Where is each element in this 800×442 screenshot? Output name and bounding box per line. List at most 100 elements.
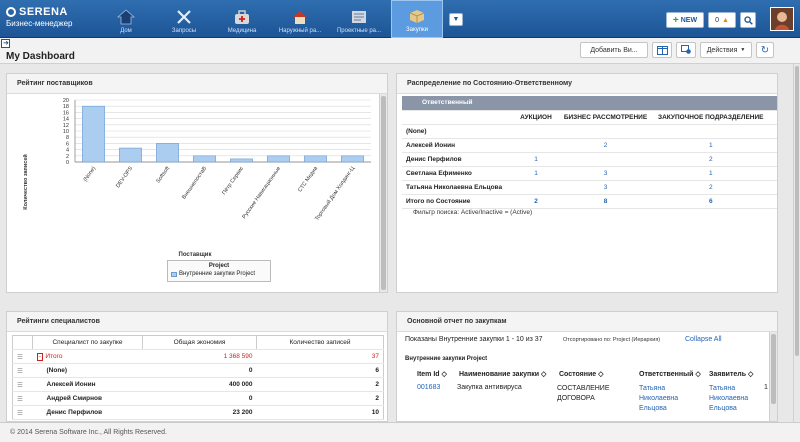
chart-bar[interactable] [304, 155, 327, 163]
layout-button[interactable] [652, 42, 672, 58]
column-header[interactable]: Специалист по закупке [32, 335, 143, 350]
page-scrollbar[interactable] [793, 64, 800, 422]
count-cell: 2 [256, 377, 384, 392]
cell[interactable]: 6 [654, 194, 777, 209]
cell[interactable] [515, 138, 557, 153]
cell[interactable]: 1 [654, 166, 777, 181]
expand-toggle[interactable]: − Итого [32, 349, 143, 364]
count-cell: 6 [256, 363, 384, 378]
purchase-name: Закупка антивируса [457, 384, 522, 391]
requester-link[interactable]: Татьяна Николаевна Ельцова [709, 384, 759, 414]
table-total-row: Итого по Состояние 2 8 6 [402, 194, 777, 209]
cell[interactable]: 2 [557, 138, 654, 153]
cell[interactable]: 3 [557, 180, 654, 195]
row-menu-icon[interactable]: ☰ [12, 377, 33, 392]
cell[interactable]: 3 [557, 166, 654, 181]
columns-icon [656, 45, 668, 55]
row-label: Денис Перфилов [32, 405, 143, 420]
panel-scrollbar-thumb[interactable] [381, 96, 386, 290]
nav-requests-label: Запросы [171, 28, 197, 34]
column-header: АУКЦИОН [515, 110, 557, 125]
row-menu-icon[interactable]: ☰ [12, 391, 33, 406]
cell[interactable]: 2 [654, 152, 777, 167]
new-button[interactable]: + NEW [666, 12, 704, 28]
cell[interactable]: 8 [557, 194, 654, 209]
column-header-item-id[interactable]: Item Id ◇ [417, 370, 447, 378]
actions-label: Действия [706, 46, 738, 54]
collapse-icon[interactable]: − [36, 353, 44, 361]
panel-scrollbar[interactable] [769, 332, 777, 421]
chart-bar[interactable] [156, 143, 179, 163]
column-header-state[interactable]: Состояние ◇ [559, 370, 604, 378]
count-cell: 37 [256, 349, 384, 364]
table-row: Алексей Ионин 2 1 [402, 138, 777, 153]
page-scrollbar-thumb[interactable] [795, 66, 799, 356]
sort-icon: ◇ [441, 371, 447, 378]
actions-dropdown[interactable]: Действия ▼ [700, 42, 752, 58]
chart-bar[interactable] [267, 155, 290, 163]
nav-purchases[interactable]: Закупки [391, 0, 443, 38]
column-header-requester[interactable]: Заявитель ◇ [709, 370, 753, 378]
cell[interactable] [557, 152, 654, 167]
panel-scrollbar-thumb[interactable] [771, 334, 776, 404]
sort-icon: ◇ [598, 371, 604, 378]
cell[interactable]: 1 [515, 152, 557, 167]
avatar[interactable] [770, 7, 794, 31]
cell[interactable] [654, 124, 777, 139]
row-label: Андрей Смирнов [32, 391, 143, 406]
column-header[interactable]: Количество записей [256, 335, 384, 350]
chevron-down-icon: ▼ [740, 47, 746, 53]
nav-purchases-label: Закупки [406, 27, 428, 33]
legend-title: Project [208, 263, 230, 269]
panel-title: Рейтинги специалистов [7, 312, 387, 332]
row-menu-icon[interactable]: ☰ [12, 363, 33, 378]
item-id-link[interactable]: 001683 [417, 384, 440, 391]
row-menu-icon[interactable]: ☰ [12, 349, 33, 364]
dashboard-settings-button[interactable] [676, 42, 696, 58]
collapse-all-link[interactable]: Collapse All [685, 336, 722, 343]
nav-requests[interactable]: Запросы [156, 0, 212, 38]
column-header-owner[interactable]: Ответственный ◇ [639, 370, 701, 378]
cell[interactable] [515, 124, 557, 139]
sidebar-toggle[interactable]: ➜ [1, 39, 10, 48]
nav-outdoor[interactable]: Наружный ра... [272, 0, 328, 38]
x-tick-label: Пётр Сервис [221, 166, 245, 197]
panel-scrollbar[interactable] [379, 94, 387, 292]
specialist-table: Специалист по закупке Общая экономия Кол… [12, 335, 384, 420]
search-button[interactable] [740, 12, 756, 28]
cell[interactable]: 1 [654, 138, 777, 153]
nav-home[interactable]: Дом [98, 0, 154, 38]
cell[interactable]: 2 [654, 180, 777, 195]
cell[interactable]: 1 [515, 166, 557, 181]
row-label: Алексей Ионин [402, 138, 515, 153]
chart-bar[interactable] [119, 147, 142, 163]
row-menu-icon[interactable]: ☰ [12, 405, 33, 420]
x-tick-label: Русские Навигационные [242, 166, 283, 220]
x-tick-label: DEV-OPS [115, 165, 134, 189]
count-cell: 10 [256, 405, 384, 420]
cell[interactable] [557, 124, 654, 139]
nav-more-dropdown[interactable]: ▼ [449, 13, 463, 26]
y-tick-label: 16 [63, 110, 69, 116]
cell[interactable]: 2 [515, 194, 557, 209]
add-widget-button[interactable]: Добавить Ви... [580, 42, 648, 58]
nav-medical[interactable]: Медицина [214, 0, 270, 38]
nav-outdoor-label: Наружный ра... [278, 28, 322, 34]
row-label: Алексей Ионин [32, 377, 143, 392]
nav-projects[interactable]: Проектные ра... [331, 0, 387, 38]
arrow-right-icon: ➜ [3, 40, 9, 47]
column-header-label: Заявитель [709, 371, 747, 378]
x-tick-label: Softsoft [156, 165, 172, 184]
owner-link[interactable]: Татьяна Николаевна Ельцова [639, 384, 689, 414]
row-label: Светлана Ефименко [402, 166, 515, 181]
row-label: (None) [32, 363, 143, 378]
column-header[interactable]: Общая экономия [142, 335, 257, 350]
chart-bar[interactable] [193, 155, 216, 163]
refresh-button[interactable]: ↻ [756, 42, 774, 58]
alerts-button[interactable]: 0 ▲ [708, 12, 736, 28]
chart-bar[interactable] [230, 158, 253, 163]
cell[interactable] [515, 180, 557, 195]
chart-bar[interactable] [82, 105, 105, 163]
chart-bar[interactable] [341, 155, 364, 163]
column-header-name[interactable]: Наименование закупки ◇ [459, 370, 546, 378]
